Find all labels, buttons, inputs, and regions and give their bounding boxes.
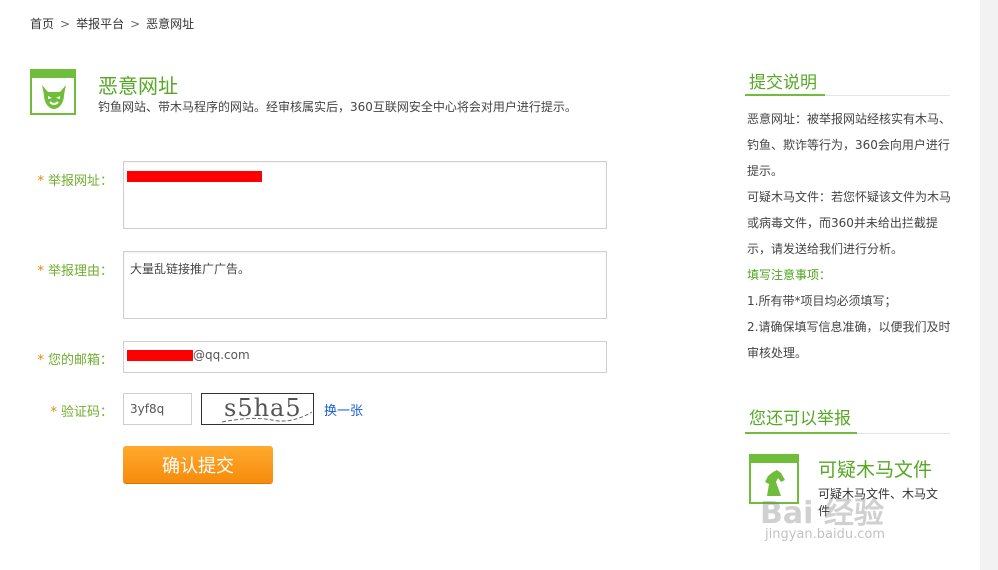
email-domain-text: @qq.com bbox=[193, 348, 250, 362]
redacted-url bbox=[127, 171, 262, 182]
breadcrumb-home-link[interactable]: 首页 bbox=[30, 17, 54, 31]
breadcrumb-platform-link[interactable]: 举报平台 bbox=[76, 17, 124, 31]
breadcrumb-current: 恶意网址 bbox=[146, 17, 195, 31]
instruction-item: 可疑木马文件：若您怀疑该文件为木马或病毒文件，而360并未给出拦截提示，请发送给… bbox=[747, 190, 952, 256]
report-trojan-file-link[interactable]: 可疑木马文件 bbox=[818, 455, 932, 482]
instructions-title: 提交说明 bbox=[749, 73, 817, 93]
main-panel: 首页 > 举报平台 > 恶意网址 恶意网址 钓鱼网站、带木马程序的网站。经审核属实后，3… bbox=[0, 0, 980, 570]
breadcrumb: 首页 > 举报平台 > 恶意网址 bbox=[30, 15, 194, 32]
captcha-label: * 验证码： bbox=[31, 401, 113, 420]
reason-label: * 举报理由： bbox=[31, 260, 113, 279]
captcha-label-text: 验证码： bbox=[60, 405, 113, 420]
note-item: 2.请确保填写信息准确，以便我们及时审核处理。 bbox=[747, 320, 951, 360]
captcha-input[interactable] bbox=[123, 393, 192, 425]
required-mark: * bbox=[37, 174, 44, 189]
reason-textarea[interactable]: 大量乱链接推广广告。 bbox=[123, 251, 607, 319]
devil-face-icon bbox=[30, 69, 76, 115]
note-item: 1.所有带*项目均必须填写； bbox=[747, 294, 897, 308]
page-title: 恶意网址 bbox=[98, 74, 178, 98]
instruction-item: 恶意网址：被举报网站经核实有木马、钓鱼、欺诈等行为，360会向用户进行提示。 bbox=[747, 112, 952, 178]
email-label-text: 您的邮箱： bbox=[47, 353, 113, 368]
notes-title: 填写注意事项： bbox=[747, 268, 832, 282]
breadcrumb-separator: > bbox=[130, 17, 141, 31]
also-report-title: 您还可以举报 bbox=[749, 409, 851, 429]
breadcrumb-separator: > bbox=[60, 17, 71, 31]
submit-button[interactable]: 确认提交 bbox=[123, 446, 273, 483]
required-mark: * bbox=[50, 405, 57, 420]
redacted-email bbox=[127, 350, 193, 361]
instructions-text: 恶意网址：被举报网站经核实有木马、钓鱼、欺诈等行为，360会向用户进行提示。 可… bbox=[747, 106, 952, 366]
captcha-image-text: s5ha5 bbox=[224, 394, 302, 422]
baidu-watermark-logo: Bai 经验 bbox=[760, 496, 884, 531]
refresh-captcha-link[interactable]: 换一张 bbox=[324, 400, 363, 419]
reason-label-text: 举报理由： bbox=[47, 264, 113, 279]
captcha-image[interactable]: s5ha5 bbox=[201, 393, 314, 425]
required-mark: * bbox=[37, 264, 44, 279]
email-label: * 您的邮箱： bbox=[31, 349, 113, 368]
divider-accent bbox=[745, 432, 857, 434]
url-label: * 举报网址： bbox=[31, 170, 113, 189]
page-gutter bbox=[980, 0, 998, 570]
divider-accent bbox=[745, 94, 825, 96]
page-description: 钓鱼网站、带木马程序的网站。经审核属实后，360互联网安全中心将会对用户进行提示… bbox=[98, 100, 577, 114]
baidu-watermark-url: jingyan.baidu.com bbox=[765, 527, 885, 542]
url-label-text: 举报网址： bbox=[47, 174, 113, 189]
required-mark: * bbox=[37, 353, 44, 368]
